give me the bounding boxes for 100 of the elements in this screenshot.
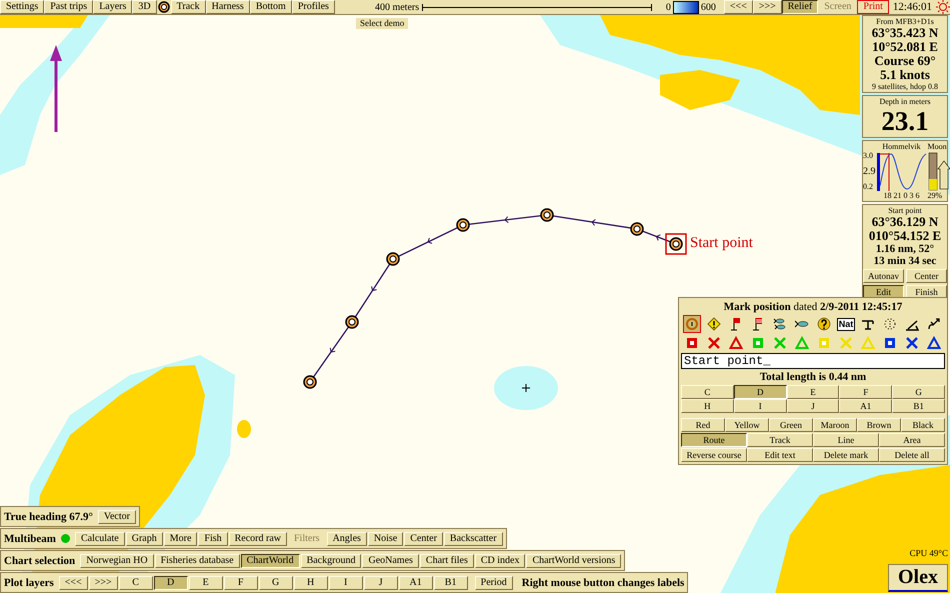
mode-button[interactable]: Track bbox=[747, 433, 813, 447]
route-label: Start point bbox=[690, 235, 753, 252]
source-label: From MFB3+D1s bbox=[876, 17, 934, 26]
vector-button[interactable]: Vector bbox=[98, 510, 136, 524]
layer-button[interactable]: C bbox=[118, 576, 153, 590]
waypoint-icon[interactable] bbox=[669, 237, 683, 251]
layer-button[interactable]: B1 bbox=[434, 576, 468, 590]
menu-button[interactable]: Profiles bbox=[292, 0, 335, 14]
course-text: Course 69° bbox=[874, 54, 936, 68]
heading-text: True heading 67.9° bbox=[4, 510, 93, 522]
layer-button[interactable]: D bbox=[154, 576, 188, 590]
triangle-icon[interactable] bbox=[727, 334, 745, 352]
menu-button[interactable]: Layers bbox=[93, 0, 132, 14]
multibeam-button[interactable]: Angles bbox=[326, 532, 367, 546]
layer-button[interactable]: C bbox=[681, 385, 734, 399]
layer-button[interactable]: I bbox=[328, 576, 363, 590]
action-button[interactable]: Edit text bbox=[747, 448, 813, 462]
layer-button[interactable]: J bbox=[786, 399, 840, 413]
color-button[interactable]: Black bbox=[901, 418, 945, 432]
tide-now: 2.9 bbox=[863, 166, 876, 176]
speed-text: 5.1 knots bbox=[880, 68, 930, 82]
multibeam-button[interactable]: Fish bbox=[198, 532, 228, 546]
question-icon[interactable] bbox=[815, 315, 833, 333]
distance-text: 1.16 nm, 52° bbox=[876, 243, 934, 255]
action-button[interactable]: Delete mark bbox=[813, 448, 879, 462]
chart-button[interactable]: Background bbox=[300, 554, 362, 568]
multibeam-button[interactable]: Record raw bbox=[228, 532, 287, 546]
nav-button[interactable]: <<< bbox=[724, 0, 753, 14]
waypoint-icon[interactable] bbox=[456, 218, 470, 232]
layer-button[interactable]: J bbox=[364, 576, 398, 590]
menu-button[interactable]: Harness bbox=[206, 0, 250, 14]
layer-button[interactable]: H bbox=[294, 576, 328, 590]
longitude-text: 010°54.152 E bbox=[868, 229, 942, 243]
mode-button[interactable]: Line bbox=[813, 433, 879, 447]
map-label: Select demo bbox=[356, 18, 408, 29]
symbol-button[interactable]: Nat bbox=[837, 315, 855, 333]
waypoint-icon[interactable] bbox=[303, 375, 317, 389]
waypoint-icon[interactable] bbox=[386, 252, 400, 266]
layer-button[interactable]: E bbox=[786, 385, 840, 399]
period-button[interactable]: Period bbox=[474, 576, 513, 590]
menu-button[interactable]: Track bbox=[170, 0, 206, 14]
depth-value: 23.1 bbox=[881, 106, 929, 136]
multibeam-button[interactable]: Graph bbox=[126, 532, 163, 546]
triangle-icon[interactable] bbox=[925, 334, 943, 352]
chart-button[interactable]: Fisheries database bbox=[154, 554, 240, 568]
chart-button[interactable]: ChartWorld bbox=[240, 554, 300, 568]
target-icon[interactable] bbox=[683, 315, 701, 333]
nat-label: Nat bbox=[836, 318, 856, 330]
nav-button[interactable]: <<< bbox=[58, 576, 88, 590]
color-button[interactable]: Green bbox=[769, 418, 813, 432]
nav-button[interactable]: >>> bbox=[88, 576, 118, 590]
chart-button[interactable]: Norwegian HO bbox=[80, 554, 154, 568]
menu-button[interactable]: Bottom bbox=[250, 0, 292, 14]
mode-button[interactable]: Route bbox=[681, 433, 747, 447]
sun-icon bbox=[936, 0, 950, 14]
color-button[interactable]: Maroon bbox=[813, 418, 857, 432]
color-button[interactable]: Brown bbox=[857, 418, 901, 432]
layer-button[interactable]: B1 bbox=[892, 399, 945, 413]
layer-button[interactable]: H bbox=[681, 399, 734, 413]
panel-button[interactable]: Autonav bbox=[863, 269, 904, 283]
panel-button[interactable]: Center bbox=[906, 269, 947, 283]
waypoint-icon[interactable] bbox=[630, 222, 644, 236]
selection-frame bbox=[665, 233, 687, 255]
target-icon bbox=[156, 0, 171, 14]
layer-button[interactable]: F bbox=[224, 576, 258, 590]
multibeam-button[interactable]: Center bbox=[404, 532, 443, 546]
layer-button[interactable]: A1 bbox=[839, 399, 892, 413]
menu-button[interactable]: Settings bbox=[0, 0, 44, 14]
total-length-text: Total length is 0.44 nm bbox=[758, 370, 868, 384]
layer-button[interactable]: E bbox=[188, 576, 223, 590]
multibeam-button[interactable]: Noise bbox=[368, 532, 404, 546]
multibeam-button[interactable]: Calculate bbox=[74, 532, 125, 546]
chart-button[interactable]: CD index bbox=[474, 554, 526, 568]
action-button[interactable]: Reverse course bbox=[681, 448, 747, 462]
action-button[interactable]: Delete all bbox=[879, 448, 945, 462]
warning-icon[interactable] bbox=[705, 315, 723, 333]
layer-button[interactable]: G bbox=[892, 385, 945, 399]
chart-button[interactable]: Chart files bbox=[420, 554, 474, 568]
relief-button[interactable]: Relief bbox=[782, 0, 818, 14]
nav-button[interactable]: >>> bbox=[752, 0, 782, 14]
multibeam-button[interactable]: More bbox=[164, 532, 198, 546]
print-button[interactable]: Print bbox=[857, 0, 889, 14]
chart-button[interactable]: GeoNames bbox=[362, 554, 419, 568]
layer-button[interactable]: D bbox=[734, 385, 787, 399]
layer-button[interactable]: F bbox=[839, 385, 892, 399]
layer-button[interactable]: I bbox=[734, 399, 787, 413]
chart-button[interactable]: ChartWorld versions bbox=[526, 554, 622, 568]
waypoint-icon[interactable] bbox=[540, 208, 554, 222]
layer-button[interactable]: A1 bbox=[398, 576, 433, 590]
longitude-text: 10°52.081 E bbox=[872, 40, 938, 54]
color-button[interactable]: Yellow bbox=[725, 418, 769, 432]
layer-button[interactable]: G bbox=[258, 576, 293, 590]
color-button[interactable]: Red bbox=[681, 418, 725, 432]
name-input-field[interactable]: Start point_ bbox=[681, 353, 945, 369]
menu-button[interactable]: 3D bbox=[132, 0, 157, 14]
menu-button[interactable]: Past trips bbox=[44, 0, 94, 14]
multibeam-button[interactable]: Backscatter bbox=[444, 532, 503, 546]
hint-text: Right mouse button changes labels bbox=[522, 576, 684, 588]
mode-button[interactable]: Area bbox=[879, 433, 945, 447]
waypoint-icon[interactable] bbox=[345, 315, 359, 329]
